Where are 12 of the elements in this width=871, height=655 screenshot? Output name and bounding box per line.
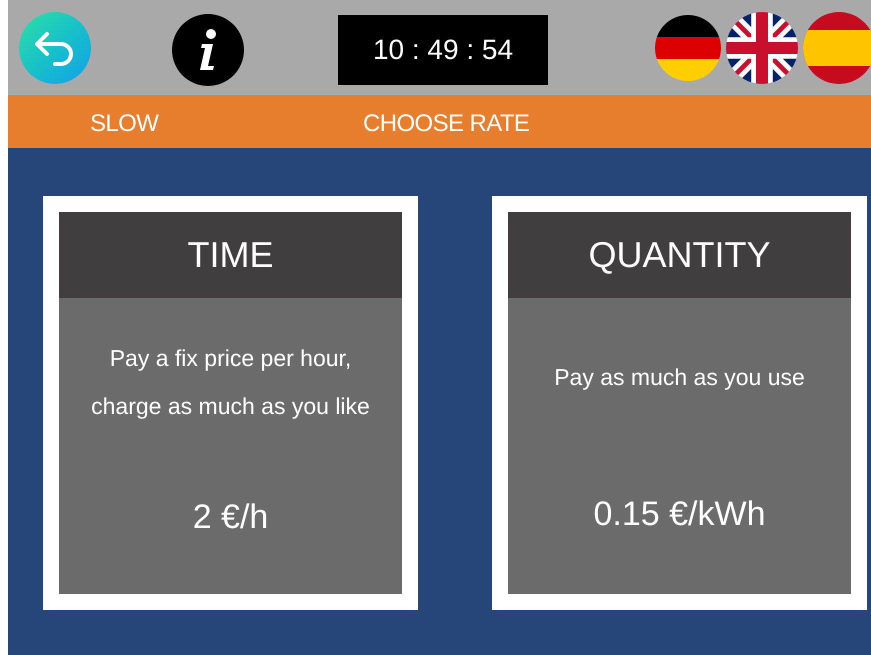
rate-description: Pay a fix price per hour, charge as much as you like xyxy=(90,344,371,421)
clock: 10 : 49 : 54 xyxy=(338,15,548,85)
german-flag-icon[interactable] xyxy=(655,15,721,81)
rate-description: Pay as much as you use xyxy=(554,363,805,392)
rate-price: 2 €/h xyxy=(192,497,268,538)
rate-card[interactable]: QUANTITY Pay as much as you use 0.15 €/kWh xyxy=(492,196,867,610)
rate-card[interactable]: TIME Pay a fix price per hour, charge as much as you like 2 €/h xyxy=(43,196,418,610)
rate-card-header: QUANTITY xyxy=(508,212,851,298)
charging-speed-label: SLOW xyxy=(90,109,158,139)
rate-price: 0.15 €/kWh xyxy=(594,494,766,535)
page-title: CHOOSE RATE xyxy=(363,109,530,139)
rate-card-header: TIME xyxy=(59,212,402,298)
